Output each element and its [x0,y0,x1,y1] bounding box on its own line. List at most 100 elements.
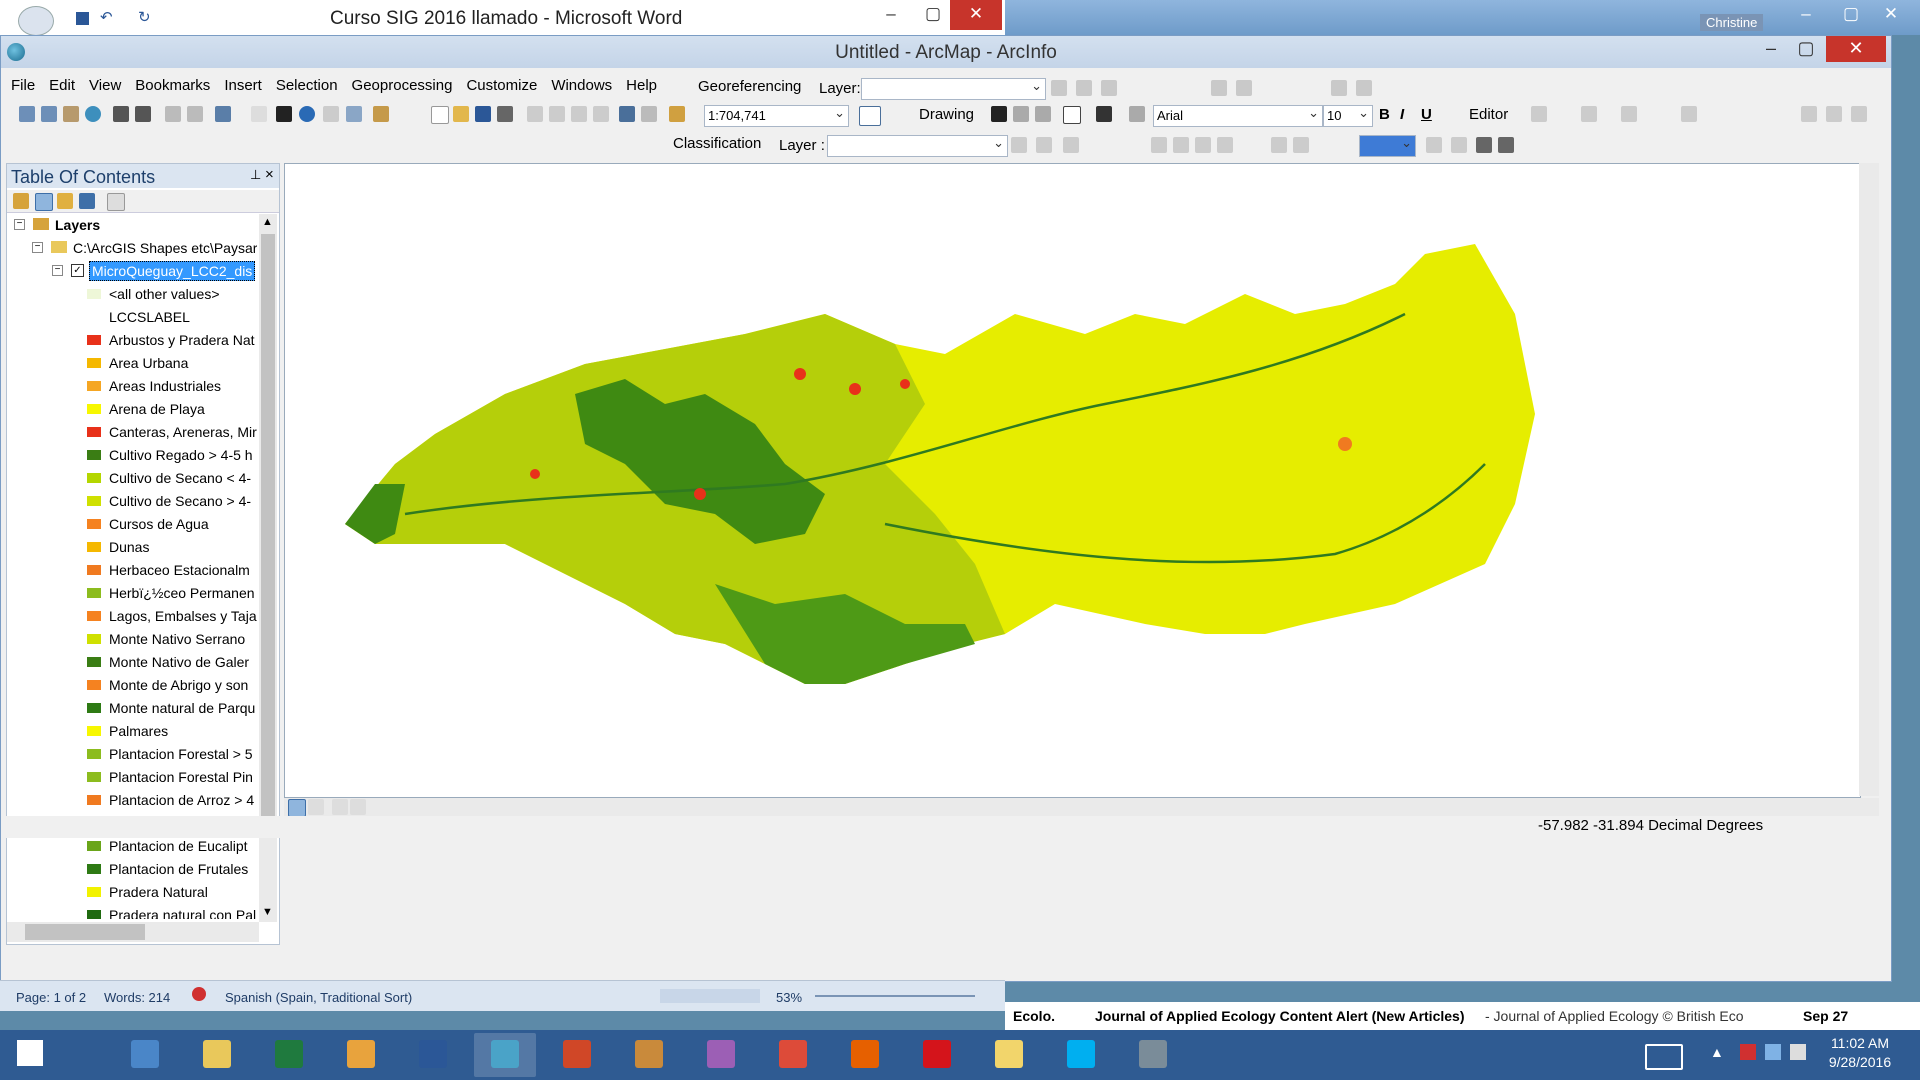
collapse-icon[interactable]: − [32,242,43,253]
drawing-menu[interactable]: Drawing [919,106,974,123]
toggle-draft-icon[interactable] [1426,137,1442,153]
scroll-up-icon[interactable]: ▲ [262,216,273,228]
focus-data-frame-icon[interactable] [1451,137,1467,153]
legend-row[interactable]: Herbaceo Estacionalm [7,559,257,582]
new-document-icon[interactable] [431,106,449,124]
classify-icon[interactable] [1011,137,1027,153]
map-display[interactable] [284,163,1861,798]
underline-button[interactable]: U [1421,106,1432,123]
legend-row[interactable]: Dunas [7,536,257,559]
proofing-icon[interactable] [192,987,206,1001]
scroll-down-icon[interactable]: ▼ [262,906,273,918]
legend-swatch[interactable] [87,427,101,437]
zoom-in-icon[interactable] [19,106,35,122]
legend-swatch[interactable] [87,680,101,690]
measure-icon[interactable] [373,106,389,122]
print-icon[interactable] [497,106,513,122]
bg-maximize-button[interactable]: ▢ [1830,0,1872,30]
toc-close-icon[interactable]: × [265,166,274,183]
menu-selection[interactable]: Selection [269,74,345,97]
taskbar-acrobat-button[interactable] [906,1033,968,1077]
paste-icon[interactable] [571,106,587,122]
legend-swatch[interactable] [87,634,101,644]
taskbar-skype-button[interactable] [1050,1033,1112,1077]
link-table-icon[interactable] [1101,80,1117,96]
layout-zoom-in-icon[interactable] [1151,137,1167,153]
taskbar-folder-button[interactable] [978,1033,1040,1077]
legend-swatch[interactable] [87,404,101,414]
zoom-out-icon[interactable] [41,106,57,122]
back-icon[interactable] [165,106,181,122]
legend-row[interactable]: Plantacion de Frutales [7,858,257,881]
classification-menu[interactable]: Classification [673,135,761,152]
word-minimize-button[interactable]: – [870,0,912,30]
legend-swatch[interactable] [87,749,101,759]
forward-icon[interactable] [187,106,203,122]
font-name-dropdown[interactable]: Arial [1153,103,1323,127]
select-elements-arrow-icon[interactable] [276,106,292,122]
create-features-icon[interactable] [1851,106,1867,122]
fixed-zoom-in-icon[interactable] [113,106,129,122]
list-by-drawing-order-icon[interactable] [13,193,29,209]
undo-icon[interactable]: ↶ [100,8,113,26]
word-close-button[interactable]: ✕ [950,0,1002,30]
legend-row[interactable]: Pradera Natural [7,881,257,904]
system-clock[interactable]: 11:02 AM 9/28/2016 [1820,1034,1900,1072]
add-data-icon[interactable] [669,106,685,122]
pan-hand-icon[interactable] [63,106,79,122]
legend-row[interactable]: Pradera natural con Pal [7,904,257,919]
dots-icon[interactable] [1356,80,1372,96]
word-app-icon[interactable] [18,6,54,36]
legend-row[interactable]: Arena de Playa [7,398,257,421]
toc-options-icon[interactable] [107,193,125,211]
legend-row[interactable]: Area Urbana [7,352,257,375]
legend-swatch[interactable] [87,795,101,805]
source-folder-row[interactable]: − C:\ArcGIS Shapes etc\Paysar [7,237,257,260]
zoom-100-icon[interactable] [1271,137,1287,153]
layout-pan-icon[interactable] [1195,137,1211,153]
arcmap-minimize-button[interactable]: – [1753,38,1789,59]
legend-swatch[interactable] [87,565,101,575]
layers-dataframe-row[interactable]: − Layers [7,214,257,237]
full-extent-icon[interactable] [85,106,101,122]
data-driven-pages-icon[interactable] [1498,137,1514,153]
taskbar-word-button[interactable] [402,1033,464,1077]
language-indicator[interactable]: Spanish (Spain, Traditional Sort) [225,990,412,1005]
legend-swatch[interactable] [87,358,101,368]
legend-row[interactable]: Monte natural de Parqu [7,697,257,720]
layer-visibility-checkbox[interactable]: ✓ [71,264,84,277]
delete-icon[interactable] [593,106,609,122]
layer-name-label[interactable]: MicroQueguay_LCC2_dis [89,261,256,281]
flag-icon[interactable] [1740,1044,1756,1060]
font-size-dropdown[interactable]: 10 [1323,103,1373,127]
legend-swatch[interactable] [87,864,101,874]
reshape-icon[interactable] [1621,106,1637,122]
legend-swatch[interactable] [87,657,101,667]
word-maximize-button[interactable]: ▢ [912,0,954,30]
editor-toolbar-icon[interactable] [859,106,881,126]
sketch-properties-icon[interactable] [1826,106,1842,122]
hyperlink-icon[interactable] [323,106,339,122]
italic-button[interactable]: I [1400,106,1404,123]
list-by-visibility-icon[interactable] [57,193,73,209]
arcmap-close-button[interactable]: ✕ [1826,36,1886,62]
list-by-source-icon[interactable] [35,193,53,211]
snapping-icon[interactable] [1331,80,1347,96]
refresh-icon[interactable] [332,799,348,815]
html-popup-icon[interactable] [346,106,362,122]
taskbar-remote-button[interactable] [114,1033,176,1077]
edit-vertices-icon[interactable] [1129,106,1145,122]
legend-swatch[interactable] [87,450,101,460]
zoom-whole-page-icon[interactable] [1217,137,1233,153]
legend-row[interactable]: Cultivo Regado > 4-5 h [7,444,257,467]
zoom-slider[interactable] [815,995,975,997]
taskbar-notes-button[interactable] [1122,1033,1184,1077]
legend-swatch[interactable] [87,887,101,897]
clear-selection-icon[interactable] [251,106,267,122]
notification-title[interactable]: Journal of Applied Ecology Content Alert… [1095,1008,1464,1024]
legend-row[interactable]: Plantacion Forestal Pin [7,766,257,789]
menu-insert[interactable]: Insert [217,74,269,97]
copy-icon[interactable] [549,106,565,122]
edit-tool-icon[interactable] [1531,106,1547,122]
data-view-icon[interactable] [288,799,306,817]
